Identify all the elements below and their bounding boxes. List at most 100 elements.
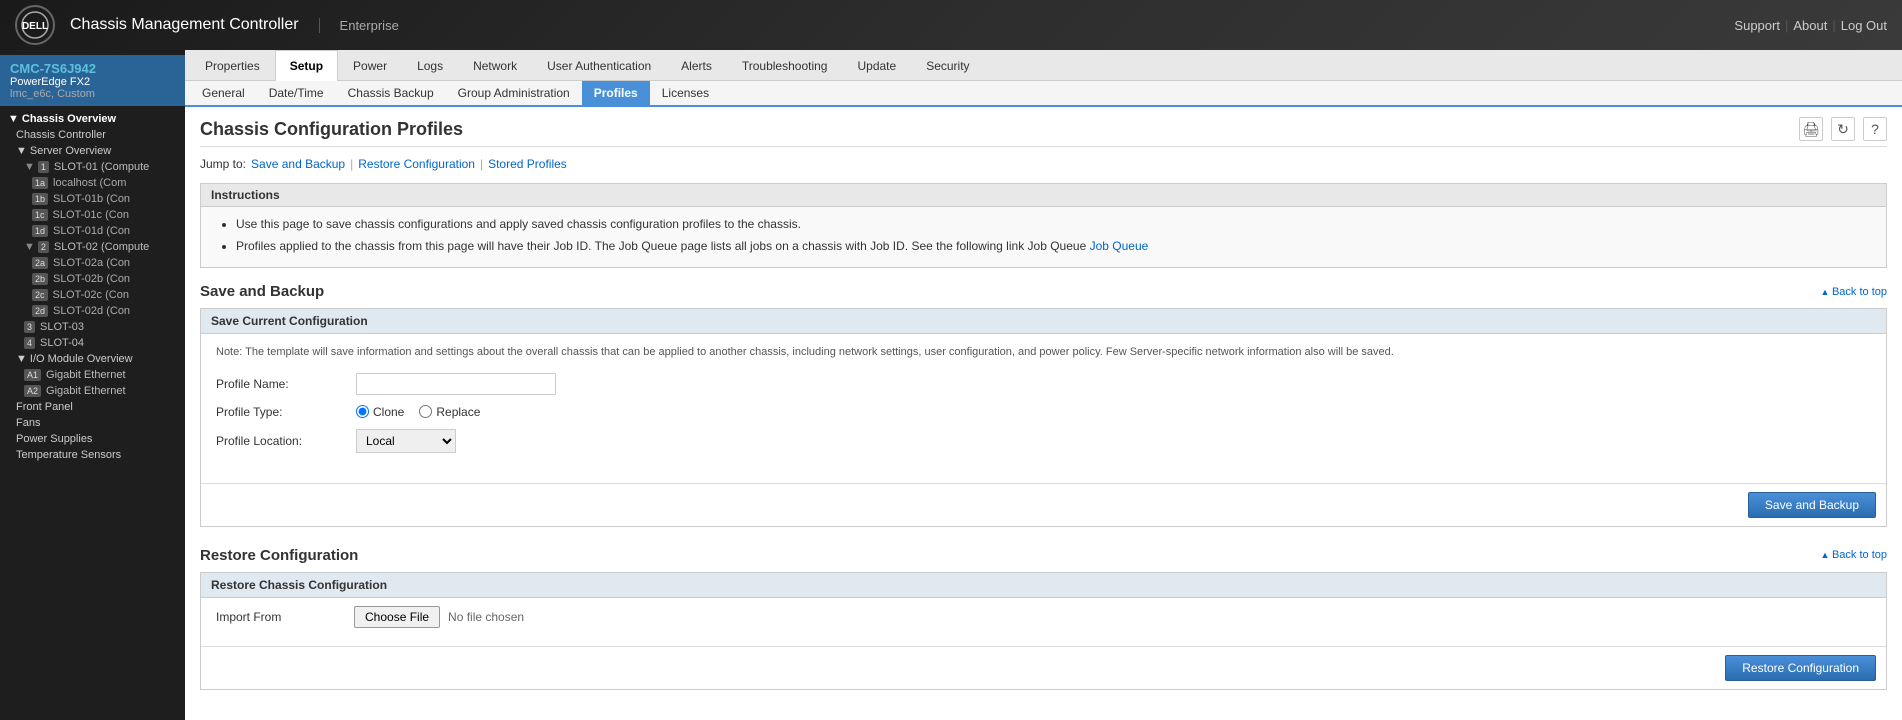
sidebar-item-chassis-overview[interactable]: ▼ Chassis Overview <box>0 111 185 127</box>
replace-label: Replace <box>436 405 480 419</box>
about-link[interactable]: About <box>1793 18 1827 33</box>
jump-to-label: Jump to: <box>200 157 246 171</box>
sidebar-item-slot01c[interactable]: 1c SLOT-01c (Con <box>0 207 185 223</box>
save-current-config-body: Note: The template will save information… <box>201 334 1886 473</box>
help-button[interactable]: ? <box>1863 117 1887 141</box>
tab-profiles[interactable]: Profiles <box>582 81 650 105</box>
back-to-top-restore[interactable]: Back to top <box>1821 549 1887 561</box>
profile-location-select[interactable]: Local Remote vFlash <box>356 429 456 453</box>
device-info: CMC-7S6J942 PowerEdge FX2 lmc_e6c, Custo… <box>0 55 185 106</box>
device-model: PowerEdge FX2 <box>10 76 175 88</box>
save-current-config-header: Save Current Configuration <box>201 309 1886 334</box>
profile-name-row: Profile Name: <box>216 373 1871 395</box>
tab-general[interactable]: General <box>190 81 257 105</box>
instructions-header: Instructions <box>201 184 1886 207</box>
profile-type-row: Profile Type: Clone Replace <box>216 405 1871 419</box>
sidebar-item-server-overview[interactable]: ▼ Server Overview <box>0 143 185 159</box>
restore-configuration-button[interactable]: Restore Configuration <box>1725 655 1876 681</box>
job-queue-link[interactable]: Job Queue <box>1090 239 1149 253</box>
dell-logo: DELL <box>15 5 55 45</box>
sidebar-item-slot01d[interactable]: 1d SLOT-01d (Con <box>0 223 185 239</box>
page-title: Chassis Configuration Profiles <box>200 119 463 140</box>
restore-chassis-config-header: Restore Chassis Configuration <box>201 573 1886 598</box>
import-from-label: Import From <box>216 610 346 624</box>
sidebar-tree: ▼ Chassis Overview Chassis Controller ▼ … <box>0 106 185 468</box>
choose-file-button[interactable]: Choose File <box>354 606 440 628</box>
sidebar-item-chassis-controller[interactable]: Chassis Controller <box>0 127 185 143</box>
expand-icon-io: ▼ <box>16 353 27 365</box>
sidebar-item-slot04[interactable]: 4 SLOT-04 <box>0 335 185 351</box>
save-and-backup-button[interactable]: Save and Backup <box>1748 492 1876 518</box>
sidebar-item-slot02d[interactable]: 2d SLOT-02d (Con <box>0 303 185 319</box>
tab-datetime[interactable]: Date/Time <box>257 81 336 105</box>
sidebar-item-gigabit-a1[interactable]: A1 Gigabit Ethernet <box>0 367 185 383</box>
sidebar-item-fans[interactable]: Fans <box>0 415 185 431</box>
tab-security[interactable]: Security <box>911 50 984 81</box>
sidebar-item-slot02a[interactable]: 2a SLOT-02a (Con <box>0 255 185 271</box>
app-title: Chassis Management Controller <box>70 16 299 34</box>
save-backup-header: Save and Backup Back to top <box>200 283 1887 300</box>
jump-to-bar: Jump to: Save and Backup | Restore Confi… <box>200 157 1887 171</box>
save-backup-section: Save and Backup Back to top Save Current… <box>200 283 1887 527</box>
save-current-config-box: Save Current Configuration Note: The tem… <box>200 308 1887 527</box>
sidebar-item-gigabit-a2[interactable]: A2 Gigabit Ethernet <box>0 383 185 399</box>
replace-radio[interactable] <box>419 405 432 418</box>
tab-group-admin[interactable]: Group Administration <box>446 81 582 105</box>
sidebar-item-power-supplies[interactable]: Power Supplies <box>0 431 185 447</box>
clone-option[interactable]: Clone <box>356 405 404 419</box>
sidebar-item-slot01[interactable]: ▼ 1 SLOT-01 (Compute <box>0 159 185 175</box>
restore-config-section: Restore Configuration Back to top Restor… <box>200 547 1887 690</box>
profile-location-row: Profile Location: Local Remote vFlash <box>216 429 1871 453</box>
header-nav: Support | About | Log Out <box>1734 18 1887 33</box>
secondary-tab-bar: General Date/Time Chassis Backup Group A… <box>185 81 1902 107</box>
support-link[interactable]: Support <box>1734 18 1780 33</box>
refresh-button[interactable]: ↻ <box>1831 117 1855 141</box>
tab-setup[interactable]: Setup <box>275 50 338 81</box>
sidebar-item-slot02c[interactable]: 2c SLOT-02c (Con <box>0 287 185 303</box>
tab-network[interactable]: Network <box>458 50 532 81</box>
main-content: Properties Setup Power Logs Network User… <box>185 50 1902 720</box>
tab-logs[interactable]: Logs <box>402 50 458 81</box>
instructions-body: Use this page to save chassis configurat… <box>201 207 1886 267</box>
sidebar-item-localhost[interactable]: 1a localhost (Com <box>0 175 185 191</box>
profile-name-label: Profile Name: <box>216 377 346 391</box>
instruction-1: Use this page to save chassis configurat… <box>236 215 1871 234</box>
print-button[interactable]: 🖨 <box>1799 117 1823 141</box>
back-to-top-save[interactable]: Back to top <box>1821 286 1887 298</box>
sidebar-item-io-module[interactable]: ▼ I/O Module Overview <box>0 351 185 367</box>
tab-power[interactable]: Power <box>338 50 402 81</box>
tab-update[interactable]: Update <box>842 50 911 81</box>
clone-radio[interactable] <box>356 405 369 418</box>
device-version: lmc_e6c, Custom <box>10 88 175 100</box>
device-id[interactable]: CMC-7S6J942 <box>10 61 175 76</box>
file-chosen-text: No file chosen <box>448 610 524 624</box>
save-backup-title: Save and Backup <box>200 283 324 300</box>
sidebar-item-temp-sensors[interactable]: Temperature Sensors <box>0 447 185 463</box>
profile-name-input[interactable] <box>356 373 556 395</box>
tab-troubleshooting[interactable]: Troubleshooting <box>727 50 843 81</box>
svg-text:DELL: DELL <box>22 21 48 32</box>
expand-icon: ▼ <box>16 145 27 157</box>
tab-user-auth[interactable]: User Authentication <box>532 50 666 81</box>
sidebar-item-slot03[interactable]: 3 SLOT-03 <box>0 319 185 335</box>
restore-chassis-config-box: Restore Chassis Configuration Import Fro… <box>200 572 1887 690</box>
restore-config-header: Restore Configuration Back to top <box>200 547 1887 564</box>
tab-chassis-backup[interactable]: Chassis Backup <box>336 81 446 105</box>
restore-config-title: Restore Configuration <box>200 547 358 564</box>
tab-licenses[interactable]: Licenses <box>650 81 721 105</box>
replace-option[interactable]: Replace <box>419 405 480 419</box>
tab-properties[interactable]: Properties <box>190 50 275 81</box>
jump-restore-config[interactable]: Restore Configuration <box>358 157 475 171</box>
import-from-row: Import From Choose File No file chosen <box>201 598 1886 636</box>
sidebar-item-slot02[interactable]: ▼ 2 SLOT-02 (Compute <box>0 239 185 255</box>
jump-stored-profiles[interactable]: Stored Profiles <box>488 157 567 171</box>
sidebar-item-slot01b[interactable]: 1b SLOT-01b (Con <box>0 191 185 207</box>
tab-alerts[interactable]: Alerts <box>666 50 727 81</box>
sidebar-item-front-panel[interactable]: Front Panel <box>0 399 185 415</box>
jump-save-backup[interactable]: Save and Backup <box>251 157 345 171</box>
instruction-2: Profiles applied to the chassis from thi… <box>236 237 1871 256</box>
app-subtitle: Enterprise <box>319 18 399 33</box>
sidebar-item-slot02b[interactable]: 2b SLOT-02b (Con <box>0 271 185 287</box>
restore-action-row: Restore Configuration <box>201 646 1886 689</box>
logout-link[interactable]: Log Out <box>1841 18 1887 33</box>
